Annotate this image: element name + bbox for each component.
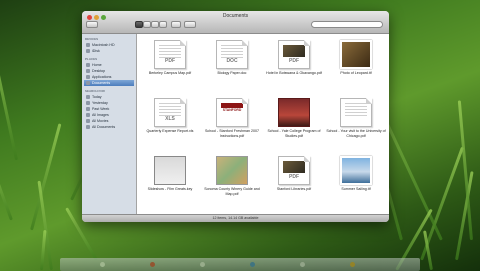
smart-folder-icon [86,113,90,117]
file-type-badge: PDF [165,58,175,64]
smart-folder-icon [86,119,90,123]
dock-app-icon[interactable] [150,262,155,267]
file-item[interactable]: STANFORD School - Stanford Freshman 2007 … [201,98,263,143]
file-name-label: School - Your visit to the University of… [326,129,386,138]
file-thumbnail-icon: DOC [216,40,248,69]
file-name-label: Summer Sailing.tif [341,187,371,191]
file-type-badge: XLS [165,116,175,122]
list-view-button[interactable] [143,21,151,28]
desktop-icon [86,69,90,73]
grass-blade [30,123,62,231]
file-type-badge: PDF [289,58,299,64]
file-name-label: Hotel in Botswana & Okavango.pdf [266,71,322,75]
file-type-badge: DOC [226,58,238,64]
sidebar-item-label: Documents [92,81,111,85]
clock-icon [86,95,90,99]
document-lines [283,161,305,173]
file-thumbnail-icon [216,156,248,185]
home-icon [86,63,90,67]
file-type-badge: STANFORD [222,108,242,112]
clock-icon [86,101,90,105]
document-lines [221,45,243,59]
file-name-label: School - Stanford Freshman 2007 Instruct… [205,129,259,138]
file-item[interactable]: Photo of Leopard.tif [325,40,387,85]
grass-blade [0,153,13,221]
window-title: Documents [222,13,249,19]
file-name-label: Stanford Libraries.pdf [276,187,312,191]
hard-drive-icon [86,43,90,47]
document-lines [283,45,305,57]
icon-view-button[interactable] [135,21,143,28]
finder-window: Documents DEVICES Macintosh HD iDisk PLACES… [82,11,389,222]
grass-blade [0,42,18,161]
file-item[interactable]: School - Your visit to the University of… [325,98,387,143]
sidebar-section-heading: SEARCH FOR [85,89,105,93]
dock-app-icon[interactable] [250,262,255,267]
dock-app-icon[interactable] [200,262,205,267]
documents-icon [86,81,90,85]
back-forward-buttons[interactable] [86,21,98,28]
file-name-label: Quarterly Expense Report.xls [146,129,194,133]
action-button[interactable] [184,21,196,28]
file-name-label: Sonoma County Winery Guide and Map.pdf [204,187,260,196]
sidebar-item[interactable]: Documents [84,80,134,86]
file-item[interactable]: Slideshow - Film Greats.key [139,156,201,201]
file-thumbnail-icon [340,98,372,127]
file-item[interactable]: Summer Sailing.tif [325,156,387,201]
file-item[interactable]: PDF Stanford Libraries.pdf [263,156,325,201]
file-thumbnail-icon [278,98,310,127]
sidebar-item[interactable]: All Documents [84,124,134,130]
status-text: 12 items, 14.14 GB available [212,216,259,220]
document-lines [159,45,181,59]
idisk-icon [86,49,90,53]
file-name-label: Slideshow - Film Greats.key [147,187,193,191]
file-thumbnail-icon [340,156,372,185]
file-name-label: Berkeley Campus Map.pdf [148,71,192,75]
dock-app-icon[interactable] [350,262,355,267]
smart-folder-icon [86,125,90,129]
sidebar: DEVICES Macintosh HD iDisk PLACES Home Deskto… [82,34,137,214]
file-item[interactable]: XLS Quarterly Expense Report.xls [139,98,201,143]
sidebar-section-heading: DEVICES [85,37,99,41]
file-icon-grid: PDF Berkeley Campus Map.pdf DOC Biology Pap… [137,34,389,214]
title-bar[interactable]: Documents [82,11,389,34]
status-bar: 12 items, 14.14 GB available [82,214,389,222]
sidebar-item-label: iDisk [92,49,100,53]
dock-app-icon[interactable] [100,262,105,267]
dock-app-icon[interactable] [300,262,305,267]
file-thumbnail-icon [340,40,372,69]
document-lines [159,103,181,117]
search-field[interactable] [311,21,383,28]
file-name-label: Biology Paper.doc [217,71,247,75]
file-name-label: School - Yale College Program of Studies… [267,129,321,138]
file-thumbnail-icon: PDF [154,40,186,69]
applications-icon [86,75,90,79]
dock [60,258,420,271]
file-thumbnail-icon: PDF [278,156,310,185]
column-view-button[interactable] [151,21,159,28]
file-thumbnail-icon: STANFORD [216,98,248,127]
grass-blade [40,230,47,271]
file-thumbnail-icon: PDF [278,40,310,69]
clock-icon [86,107,90,111]
file-item[interactable]: School - Yale College Program of Studies… [263,98,325,143]
file-thumbnail-icon [154,156,186,185]
file-name-label: Photo of Leopard.tif [340,71,372,75]
file-item[interactable]: PDF Hotel in Botswana & Okavango.pdf [263,40,325,85]
file-item[interactable]: Sonoma County Winery Guide and Map.pdf [201,156,263,201]
file-thumbnail-icon: XLS [154,98,186,127]
grass-blade [37,180,53,271]
quick-look-button[interactable] [171,21,181,28]
cover-flow-button[interactable] [159,21,167,28]
file-item[interactable]: DOC Biology Paper.doc [201,40,263,85]
sidebar-item[interactable]: iDisk [84,48,134,54]
sidebar-item-label: All Documents [92,125,116,129]
file-item[interactable]: PDF Berkeley Campus Map.pdf [139,40,201,85]
file-type-badge: PDF [289,174,299,180]
sidebar-section-heading: PLACES [85,57,98,61]
document-lines [345,103,367,117]
